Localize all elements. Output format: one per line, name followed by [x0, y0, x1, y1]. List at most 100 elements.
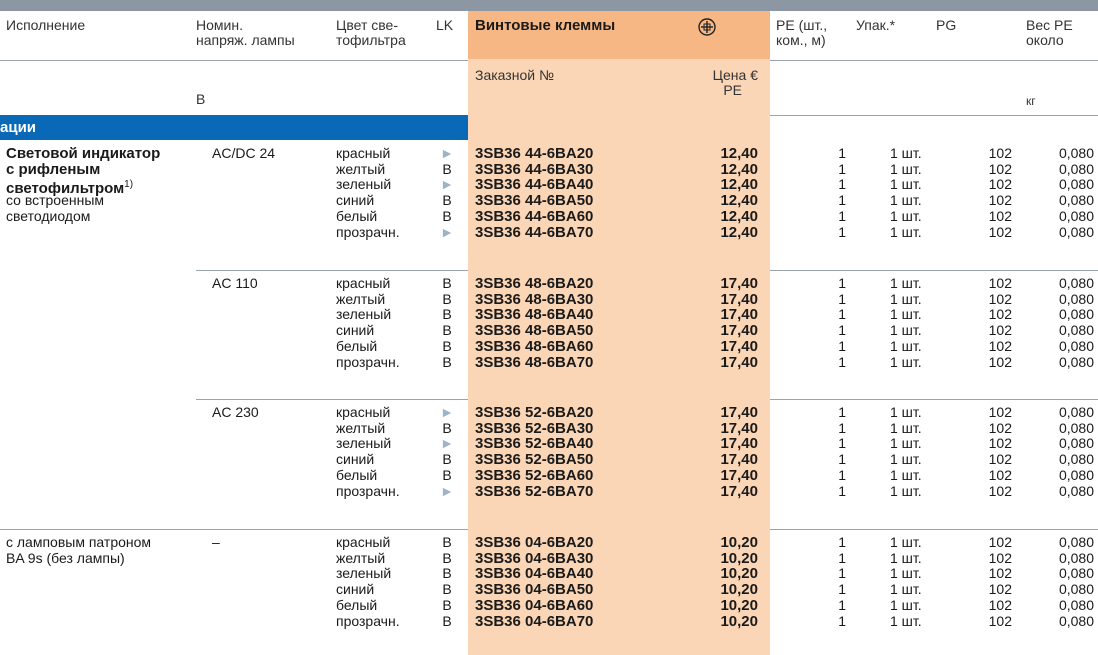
pack-unit: 1 шт.: [890, 549, 922, 566]
weight: 0,080: [1058, 549, 1094, 566]
col-header-weight-2: около: [1026, 32, 1064, 48]
price: 17,40: [720, 451, 758, 469]
order-number: 3SB36 52-6BA70: [475, 482, 594, 500]
lk-marker: B: [442, 322, 452, 339]
col-header-weight-1: Вес PE: [1026, 17, 1073, 33]
weight: 0,080: [1058, 482, 1094, 499]
price: 17,40: [720, 322, 758, 340]
order-number: 3SB36 48-6BA20: [475, 275, 594, 292]
price: 17,40: [720, 275, 758, 292]
block-divider-right: [770, 529, 1098, 530]
lk-marker: B: [442, 581, 452, 598]
lk-marker: B: [442, 419, 452, 436]
filter-color: синий: [336, 451, 375, 468]
lk-marker: B: [442, 353, 452, 370]
weight: 0,080: [1058, 581, 1094, 598]
item-description: светодиодом: [6, 207, 91, 224]
weight: 0,080: [1058, 145, 1094, 161]
pack-unit: 1 шт.: [890, 223, 922, 240]
price: 17,40: [720, 290, 758, 308]
weight: 0,080: [1058, 419, 1094, 436]
order-number: 3SB36 44-6BA40: [475, 176, 594, 194]
item-description: со встроенным: [6, 192, 105, 209]
item-description-bold: Световой индикатор: [6, 145, 161, 162]
block-divider-right: [770, 270, 1098, 271]
product-table-page: { "header": { "execution": "Исполнение",…: [0, 0, 1098, 655]
filter-color: зеленый: [336, 176, 392, 193]
price-group: 102: [988, 322, 1012, 339]
price-group: 102: [988, 207, 1012, 224]
price-group: 102: [988, 145, 1012, 161]
lk-marker: ►: [440, 435, 454, 452]
pack-unit: 1 шт.: [890, 596, 922, 613]
order-number: 3SB36 52-6BA50: [475, 451, 594, 469]
pack-unit: 1 шт.: [890, 290, 922, 307]
lk-marker: B: [442, 337, 452, 354]
weight: 0,080: [1058, 435, 1094, 452]
price: 17,40: [720, 466, 758, 484]
col-header-pe-1: PE (шт.,: [776, 17, 828, 33]
col-header-price-1: Цена €: [712, 67, 758, 83]
col-header-screw-terminals: Винтовые клеммы: [475, 17, 616, 34]
price-group: 102: [988, 581, 1012, 598]
order-number: 3SB36 44-6BA50: [475, 192, 594, 210]
pe-quantity: 1: [838, 466, 846, 483]
item-description: с ламповым патроном: [6, 534, 152, 550]
filter-color: желтый: [336, 290, 386, 307]
col-header-lk: LK: [436, 17, 454, 33]
price-group: 102: [988, 565, 1012, 582]
price-group: 102: [988, 482, 1012, 499]
price-group: 102: [988, 275, 1012, 291]
pe-quantity: 1: [838, 565, 846, 582]
lk-marker: B: [442, 466, 452, 483]
price: 17,40: [720, 337, 758, 355]
pack-unit: 1 шт.: [890, 322, 922, 339]
price: 17,40: [720, 306, 758, 324]
rated-voltage: –: [212, 534, 220, 550]
order-number: 3SB36 52-6BA20: [475, 404, 594, 421]
pack-unit: 1 шт.: [890, 451, 922, 468]
pe-quantity: 1: [838, 419, 846, 436]
block-divider-right: [770, 399, 1098, 400]
pe-quantity: 1: [838, 176, 846, 193]
price: 12,40: [720, 160, 758, 178]
block-divider: [196, 399, 468, 400]
col-header-execution: Исполнение: [6, 17, 86, 33]
weight: 0,080: [1058, 160, 1094, 177]
weight: 0,080: [1058, 534, 1094, 550]
section-band: ации: [0, 115, 468, 140]
price: 17,40: [720, 353, 758, 371]
price-group: 102: [988, 451, 1012, 468]
lk-marker: ►: [440, 404, 454, 420]
lk-marker: ►: [440, 223, 454, 240]
top-rule: [0, 0, 1098, 11]
order-number: 3SB36 52-6BA40: [475, 435, 594, 453]
pack-unit: 1 шт.: [890, 419, 922, 436]
order-number: 3SB36 48-6BA40: [475, 306, 594, 324]
price: 17,40: [720, 482, 758, 500]
price-group: 102: [988, 290, 1012, 307]
pe-quantity: 1: [838, 534, 846, 550]
col-header-filter-1: Цвет све-: [336, 17, 398, 33]
col-header-filter-2: тофильтра: [336, 32, 406, 48]
weight: 0,080: [1058, 612, 1094, 629]
price-group: 102: [988, 353, 1012, 370]
price: 10,20: [720, 549, 758, 567]
lk-marker: B: [442, 534, 452, 550]
order-number: 3SB36 44-6BA70: [475, 223, 594, 241]
price: 12,40: [720, 192, 758, 210]
price: 17,40: [720, 404, 758, 421]
price-group: 102: [988, 419, 1012, 436]
weight: 0,080: [1058, 337, 1094, 354]
col-header-pe-2: ком., м): [776, 32, 826, 48]
price: 12,40: [720, 176, 758, 194]
rated-voltage: AC 230: [212, 404, 259, 420]
order-number: 3SB36 44-6BA30: [475, 160, 594, 178]
price: 12,40: [720, 207, 758, 225]
weight: 0,080: [1058, 596, 1094, 613]
pe-quantity: 1: [838, 192, 846, 209]
pe-quantity: 1: [838, 596, 846, 613]
lk-marker: B: [442, 549, 452, 566]
order-number: 3SB36 44-6BA60: [475, 207, 594, 225]
weight: 0,080: [1058, 353, 1094, 370]
